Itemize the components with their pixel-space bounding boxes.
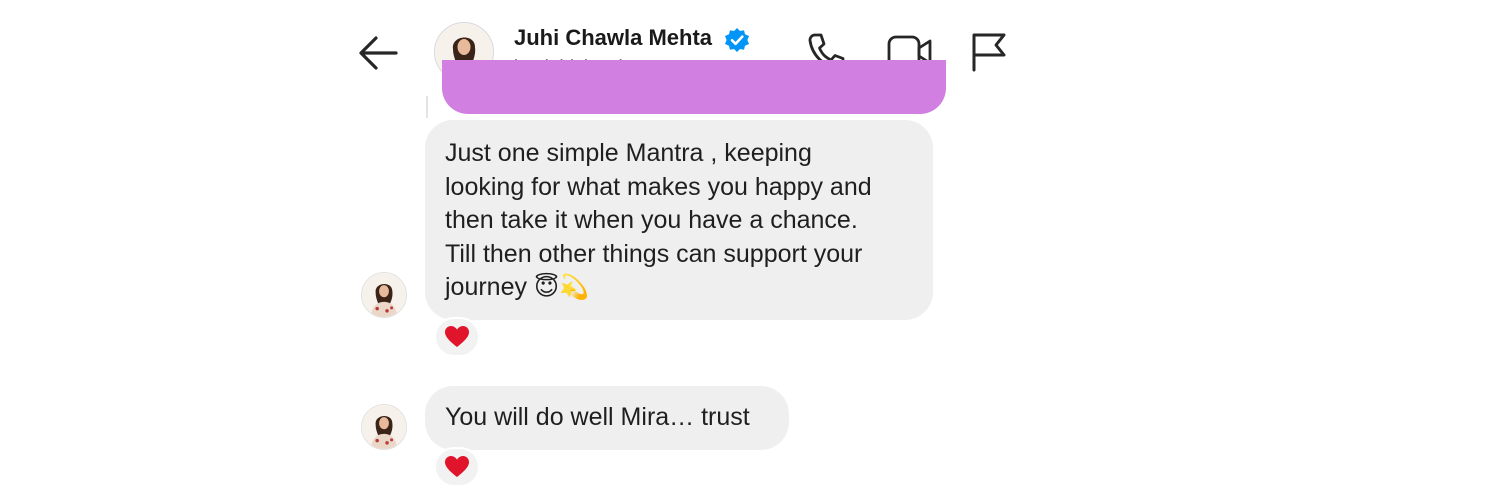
- message-line: then take it when you have a chance.: [445, 206, 858, 234]
- halo-sparkle-emoji: 😇💫: [533, 273, 589, 301]
- sender-avatar[interactable]: [361, 404, 407, 450]
- message-text: journey: [445, 273, 527, 301]
- message-line: Just one simple Mantra , keeping: [445, 139, 812, 167]
- flag-icon: [972, 33, 1006, 72]
- heart-reaction[interactable]: [434, 317, 480, 357]
- back-arrow-icon: [359, 36, 398, 70]
- contact-name[interactable]: Juhi Chawla Mehta: [514, 25, 712, 51]
- profile-photo-icon: [362, 273, 406, 317]
- thread-connector: [426, 96, 428, 118]
- sent-message-bubble[interactable]: [442, 60, 946, 114]
- heart-icon: [445, 326, 469, 347]
- heart-reaction[interactable]: [434, 447, 480, 487]
- heart-icon: [445, 456, 469, 477]
- back-button[interactable]: [356, 33, 400, 73]
- report-button[interactable]: [966, 30, 1010, 74]
- profile-photo-icon: [362, 405, 406, 449]
- sender-avatar[interactable]: [361, 272, 407, 318]
- received-message-bubble[interactable]: Just one simple Mantra , keeping looking…: [425, 120, 933, 320]
- message-line: looking for what makes you happy and: [445, 172, 872, 201]
- received-message-bubble[interactable]: You will do well Mira… trust: [425, 386, 789, 450]
- verified-badge-icon: [724, 27, 750, 53]
- message-line-last: journey 😇💫: [445, 271, 913, 305]
- message-line: Till then other things can support your: [445, 239, 863, 268]
